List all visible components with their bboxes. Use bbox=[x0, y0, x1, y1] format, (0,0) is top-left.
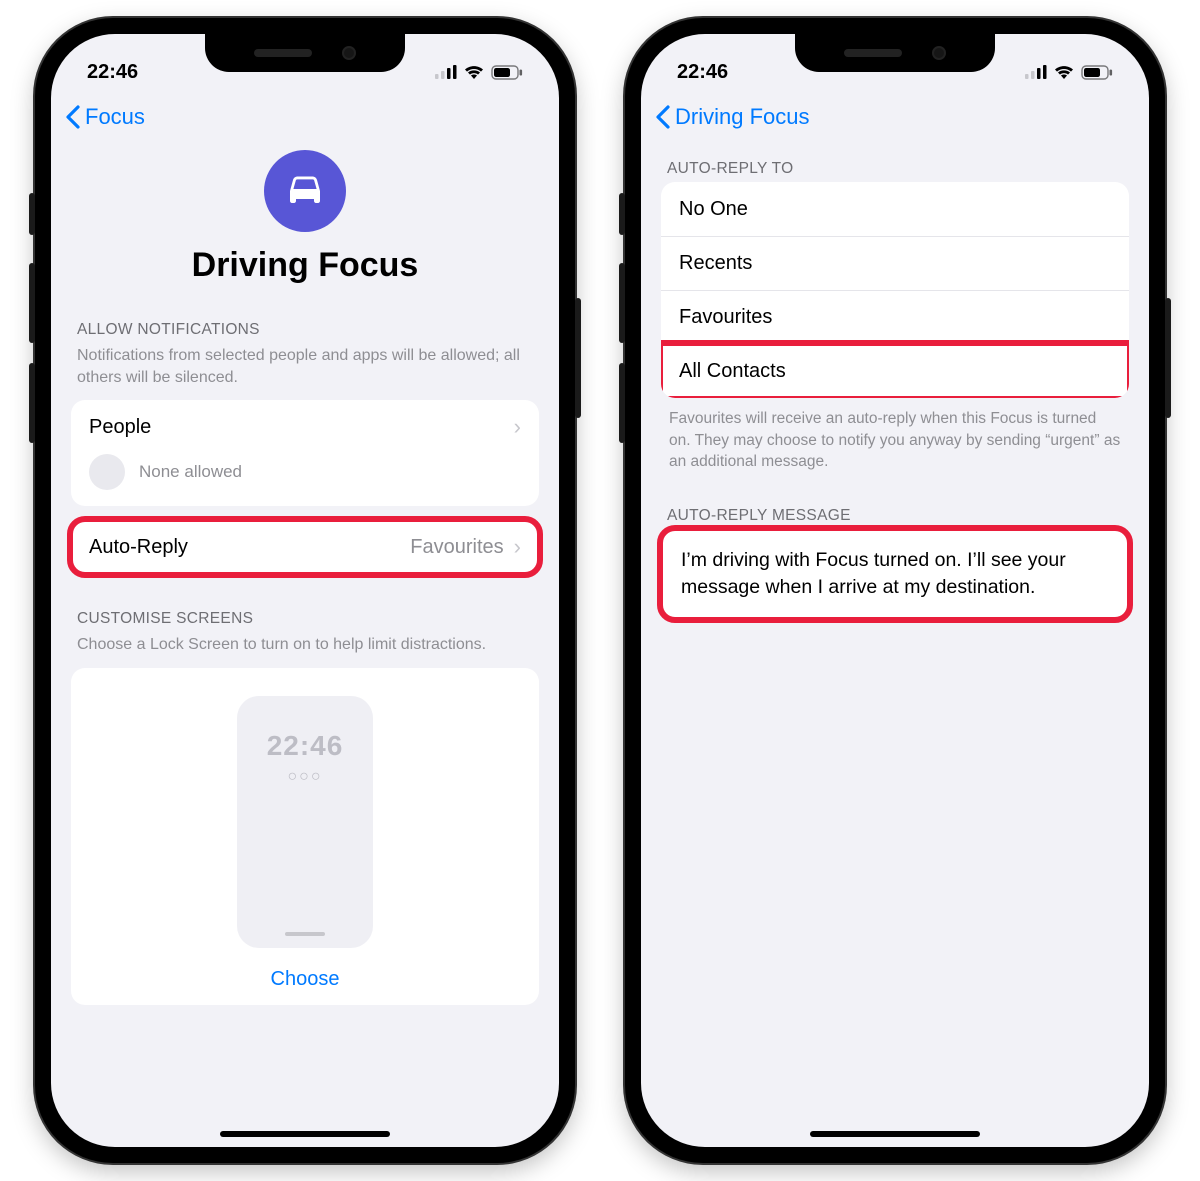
option-label: All Contacts bbox=[679, 360, 786, 383]
home-indicator[interactable] bbox=[810, 1131, 980, 1137]
lock-screen-preview[interactable]: 22:46 ○○○ bbox=[237, 696, 373, 948]
autoreply-label: Auto-Reply bbox=[89, 536, 188, 559]
chevron-right-icon: › bbox=[514, 414, 521, 440]
side-button bbox=[29, 193, 35, 235]
choose-button[interactable]: Choose bbox=[271, 962, 340, 995]
people-label: People bbox=[89, 416, 151, 439]
wifi-icon bbox=[1053, 64, 1075, 80]
option-no-one[interactable]: No One bbox=[661, 182, 1129, 236]
nav-back-label: Driving Focus bbox=[675, 104, 809, 130]
nav-back-label: Focus bbox=[85, 104, 145, 130]
power-button bbox=[1165, 298, 1171, 418]
cellular-icon bbox=[1025, 65, 1047, 79]
replyto-card: No One Recents Favourites All Contacts bbox=[661, 182, 1129, 398]
option-recents[interactable]: Recents bbox=[661, 236, 1129, 290]
volume-down-button bbox=[29, 363, 35, 443]
volume-down-button bbox=[619, 363, 625, 443]
option-favourites[interactable]: Favourites bbox=[661, 290, 1129, 344]
msg-header: AUTO-REPLY MESSAGE bbox=[667, 507, 851, 524]
autoreply-message-card[interactable]: I’m driving with Focus turned on. I’ll s… bbox=[661, 529, 1129, 619]
phone-right: 22:46 Driving Focus AUTO-REPLY TO bbox=[625, 18, 1165, 1163]
autoreply-value: Favourites bbox=[410, 536, 503, 559]
page-title: Driving Focus bbox=[71, 246, 539, 285]
lock-preview-bar-icon bbox=[285, 932, 325, 936]
people-value: None allowed bbox=[139, 462, 242, 482]
people-subrow: None allowed bbox=[71, 454, 539, 506]
nav-back[interactable]: Focus bbox=[51, 92, 559, 140]
volume-up-button bbox=[29, 263, 35, 343]
wifi-icon bbox=[463, 64, 485, 80]
replyto-header: AUTO-REPLY TO bbox=[667, 160, 794, 177]
screens-header: CUSTOMISE SCREENS bbox=[77, 610, 253, 627]
home-indicator[interactable] bbox=[220, 1131, 390, 1137]
allow-header: ALLOW NOTIFICATIONS bbox=[77, 321, 260, 338]
lock-preview-time: 22:46 bbox=[267, 730, 344, 762]
chevron-back-icon bbox=[655, 105, 671, 129]
autoreply-message-text: I’m driving with Focus turned on. I’ll s… bbox=[681, 547, 1109, 601]
battery-icon bbox=[491, 65, 523, 80]
screen-right: 22:46 Driving Focus AUTO-REPLY TO bbox=[641, 34, 1149, 1147]
notch bbox=[795, 34, 995, 72]
autoreply-card: Auto-Reply Favourites › bbox=[71, 520, 539, 574]
option-label: No One bbox=[679, 198, 748, 221]
hero: Driving Focus bbox=[71, 140, 539, 285]
people-card: People › None allowed bbox=[71, 400, 539, 506]
chevron-back-icon bbox=[65, 105, 81, 129]
lock-preview-dots-icon: ○○○ bbox=[288, 768, 323, 786]
option-label: Favourites bbox=[679, 306, 772, 329]
screen-left: 22:46 Focus bbox=[51, 34, 559, 1147]
cellular-icon bbox=[435, 65, 457, 79]
avatar-placeholder-icon bbox=[89, 454, 125, 490]
allow-subtitle: Notifications from selected people and a… bbox=[71, 343, 539, 400]
people-row[interactable]: People › bbox=[71, 400, 539, 454]
screens-subtitle: Choose a Lock Screen to turn on to help … bbox=[71, 632, 539, 668]
notch bbox=[205, 34, 405, 72]
option-label: Recents bbox=[679, 252, 752, 275]
battery-icon bbox=[1081, 65, 1113, 80]
option-all-contacts[interactable]: All Contacts bbox=[661, 344, 1129, 398]
autoreply-row[interactable]: Auto-Reply Favourites › bbox=[71, 520, 539, 574]
screens-card: 22:46 ○○○ Choose bbox=[71, 668, 539, 1005]
status-time: 22:46 bbox=[87, 61, 138, 84]
phone-left: 22:46 Focus bbox=[35, 18, 575, 1163]
volume-up-button bbox=[619, 263, 625, 343]
nav-back[interactable]: Driving Focus bbox=[641, 92, 1149, 140]
power-button bbox=[575, 298, 581, 418]
chevron-right-icon: › bbox=[514, 534, 521, 560]
car-icon bbox=[264, 150, 346, 232]
status-time: 22:46 bbox=[677, 61, 728, 84]
replyto-footer: Favourites will receive an auto-reply wh… bbox=[661, 398, 1129, 473]
side-button bbox=[619, 193, 625, 235]
